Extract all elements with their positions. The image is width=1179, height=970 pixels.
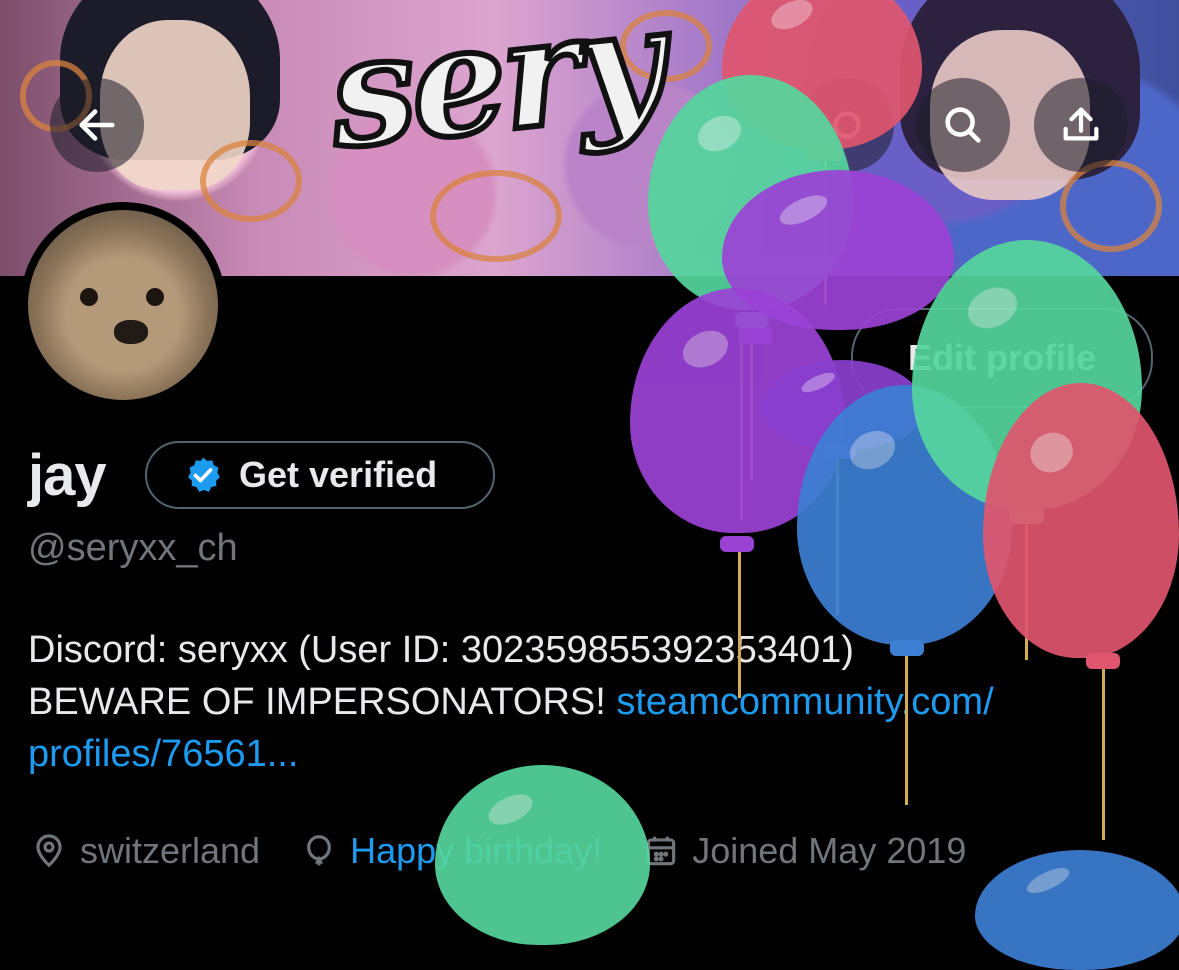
- balloon: [975, 850, 1179, 970]
- verified-badge-icon: [188, 457, 220, 492]
- profile-bio: Discord: seryxx (User ID: 30235985539235…: [28, 624, 1158, 780]
- avatar[interactable]: [20, 202, 226, 408]
- bio-line: Discord: seryxx (User ID: 30235985539235…: [28, 629, 854, 671]
- bio-link[interactable]: steamcommunity.com/: [616, 681, 993, 723]
- balloon: [435, 765, 650, 945]
- avatar-image: [28, 210, 218, 400]
- get-verified-label: Get verified: [239, 454, 438, 495]
- back-button[interactable]: [50, 78, 144, 172]
- share-button[interactable]: [1034, 78, 1128, 172]
- get-verified-button[interactable]: Get verified: [145, 441, 495, 509]
- search-button[interactable]: [916, 78, 1010, 172]
- balloon: [983, 383, 1179, 658]
- joined-item: Joined May 2019: [642, 830, 966, 872]
- location-pin-icon: [36, 834, 62, 868]
- bio-link-continuation[interactable]: profiles/76561...: [28, 728, 1158, 780]
- location-text: switzerland: [80, 830, 261, 871]
- share-upload-icon: [1063, 107, 1099, 141]
- arrow-left-icon: [79, 109, 115, 141]
- search-icon: [945, 107, 981, 143]
- profile-name: jay: [28, 443, 107, 508]
- profile-handle: @seryxx_ch: [28, 527, 238, 569]
- location-item: switzerland: [30, 830, 260, 872]
- balloon-icon: [307, 835, 331, 866]
- banner-art-text: sery: [319, 0, 672, 186]
- bio-line: BEWARE OF IMPERSONATORS! steamcommunity.…: [28, 676, 1158, 728]
- bio-text: BEWARE OF IMPERSONATORS!: [28, 681, 606, 723]
- joined-text: Joined May 2019: [692, 830, 967, 871]
